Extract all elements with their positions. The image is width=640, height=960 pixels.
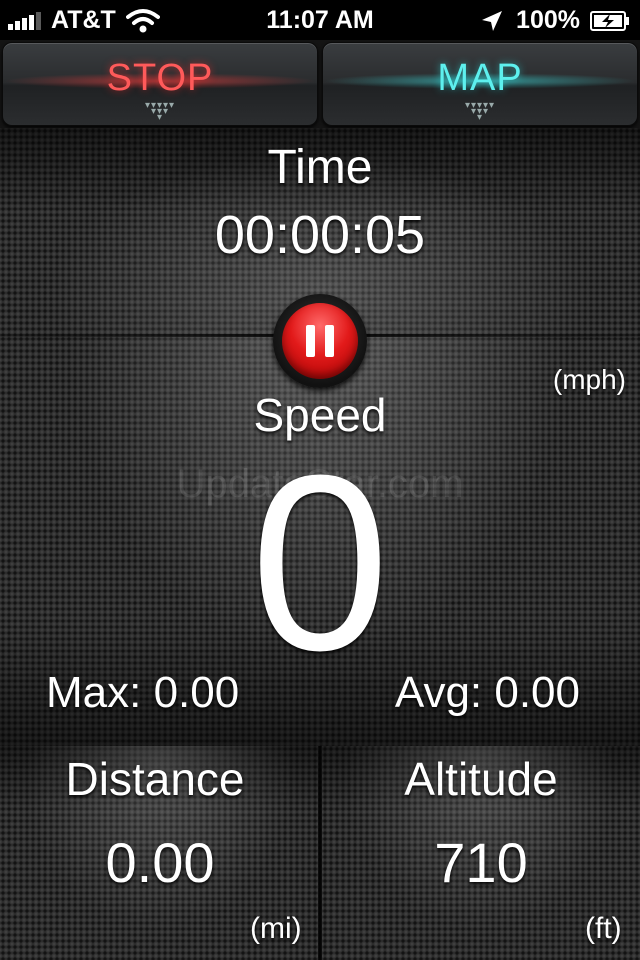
pause-icon <box>282 303 358 379</box>
distance-label: Distance <box>65 753 245 805</box>
elapsed-time: 00:00:05 <box>214 205 426 265</box>
app-screen: AT&T 11:07 AM 100% STOP ▾▾▾▾▾ ▾▾▾ ▾ MAP … <box>0 0 640 960</box>
distance-value: 0.00 <box>105 831 215 894</box>
avg-speed: Avg: 0.00 <box>394 668 580 717</box>
distance-unit: (mi) <box>250 912 302 945</box>
map-button[interactable]: MAP ▾▾▾▾▾ ▾▾▾ ▾ <box>322 42 638 126</box>
max-speed: Max: 0.00 <box>46 668 240 717</box>
map-button-label: MAP <box>437 57 523 99</box>
grip-dots-icon: ▾▾▾▾▾ ▾▾▾ ▾ <box>144 100 176 123</box>
pause-button[interactable] <box>273 294 367 388</box>
status-bar: AT&T 11:07 AM 100% <box>0 0 640 40</box>
altitude-unit: (ft) <box>585 912 622 945</box>
grip-dots-icon: ▾▾▾▾▾ ▾▾▾ ▾ <box>464 100 496 123</box>
battery-percent: 100% <box>516 6 580 34</box>
altitude-label: Altitude <box>404 753 558 805</box>
current-speed: 0 <box>250 423 390 702</box>
battery-charging-icon <box>590 10 629 31</box>
status-right: 100% <box>480 6 630 35</box>
location-arrow-icon <box>482 10 503 31</box>
stop-button[interactable]: STOP ▾▾▾▾▾ ▾▾▾ ▾ <box>2 42 318 126</box>
top-toolbar: STOP ▾▾▾▾▾ ▾▾▾ ▾ MAP ▾▾▾▾▾ ▾▾▾ ▾ <box>0 40 640 128</box>
time-label: Time <box>267 141 373 194</box>
stop-button-label: STOP <box>106 57 214 99</box>
altitude-value: 710 <box>434 831 528 894</box>
